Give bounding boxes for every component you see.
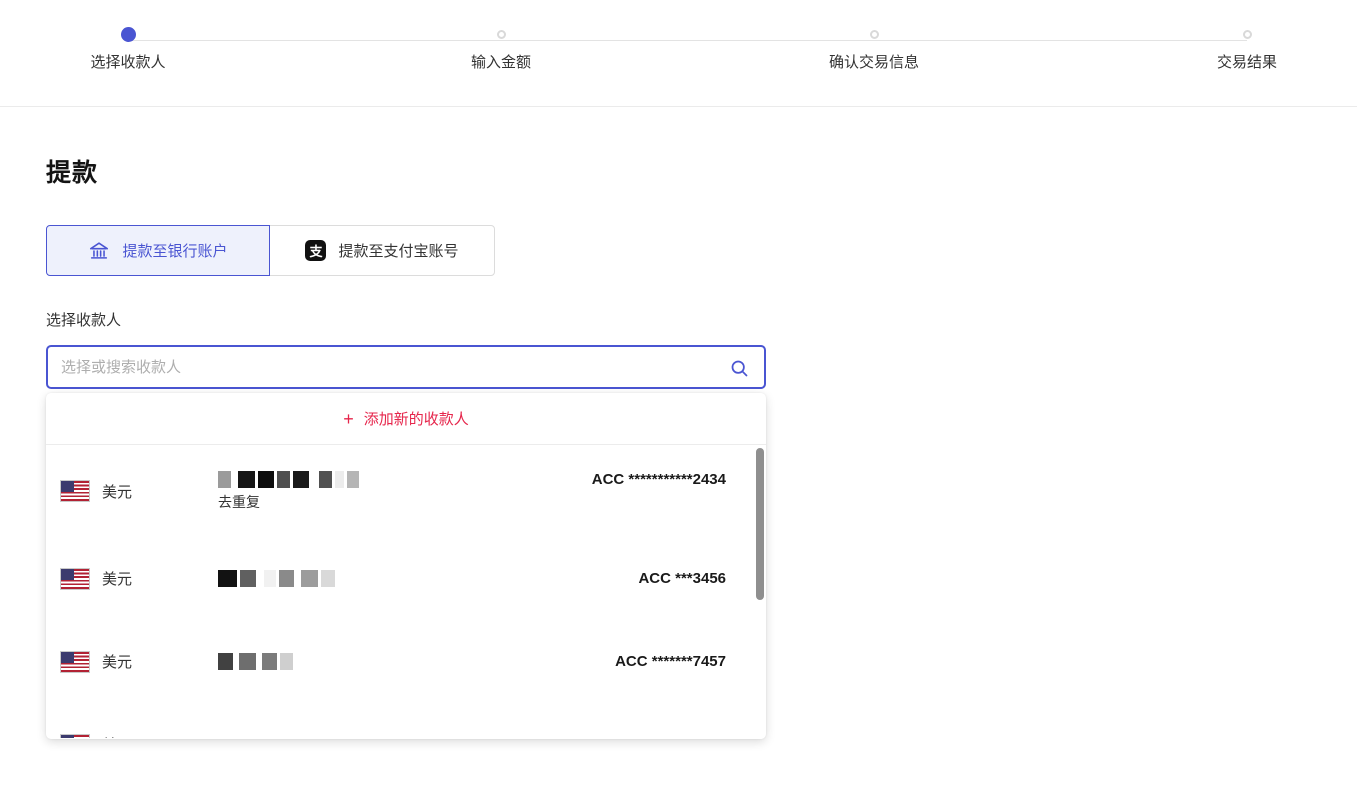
payee-field-label: 选择收款人	[46, 309, 1357, 330]
plus-icon: +	[343, 410, 354, 428]
redaction-block	[262, 653, 277, 670]
us-flag-icon	[60, 480, 90, 502]
currency-label: 美元	[102, 568, 132, 589]
payee-option[interactable]: 美元 Xiao Beijing ACC ****4567	[46, 703, 766, 738]
step-select-payee: 选择收款人	[18, 26, 238, 72]
add-new-payee-button[interactable]: + 添加新的收款人	[46, 393, 766, 445]
redaction-block	[293, 471, 309, 488]
us-flag-icon	[60, 734, 90, 739]
step-confirm-info: 确认交易信息	[764, 26, 984, 72]
redaction-block	[258, 471, 274, 488]
redaction-block	[218, 471, 231, 488]
redacted-name	[218, 471, 592, 489]
payee-dropdown: + 添加新的收款人 美元	[46, 393, 766, 739]
withdraw-method-tabs: 提款至银行账户 支 提款至支付宝账号	[46, 225, 495, 276]
tab-label: 提款至银行账户	[122, 240, 227, 261]
step-label: 交易结果	[1137, 51, 1357, 72]
tab-withdraw-to-alipay[interactable]: 支 提款至支付宝账号	[269, 225, 495, 276]
payee-option[interactable]: 美元 ACC *******7457	[46, 620, 766, 703]
us-flag-icon	[60, 651, 90, 673]
currency-label: 美元	[102, 651, 132, 672]
payee-search-input[interactable]	[48, 347, 764, 387]
redaction-block	[218, 653, 233, 670]
redaction-block	[277, 471, 290, 488]
redacted-name	[218, 570, 638, 588]
payee-subtitle: 去重复	[218, 492, 592, 512]
step-label: 输入金额	[391, 51, 611, 72]
redaction-block	[335, 471, 344, 488]
step-enter-amount: 输入金额	[391, 26, 611, 72]
redaction-block	[264, 570, 276, 587]
account-number: ACC *******7457	[615, 653, 726, 670]
currency-label: 美元	[102, 734, 132, 738]
step-dot	[497, 30, 506, 39]
page-title: 提款	[46, 153, 1357, 189]
redaction-block	[319, 471, 332, 488]
scrollbar-thumb[interactable]	[756, 448, 764, 600]
redaction-block	[301, 570, 318, 587]
step-dot	[870, 30, 879, 39]
bank-icon	[88, 240, 110, 262]
step-label: 确认交易信息	[764, 51, 984, 72]
redaction-block	[321, 570, 335, 587]
redaction-block	[240, 570, 256, 587]
alipay-icon: 支	[305, 240, 326, 261]
payee-option[interactable]: 美元 去重复 ACC ***********2434	[46, 445, 766, 537]
step-label: 选择收款人	[18, 51, 238, 72]
redaction-block	[239, 653, 256, 670]
tab-withdraw-to-bank[interactable]: 提款至银行账户	[46, 225, 270, 276]
redaction-block	[280, 653, 293, 670]
currency-label: 美元	[102, 481, 132, 502]
step-dot	[1243, 30, 1252, 39]
account-number: ACC ***3456	[638, 570, 726, 587]
payee-search-box	[46, 345, 766, 389]
step-result: 交易结果	[1137, 26, 1357, 72]
redaction-block	[347, 471, 359, 488]
add-new-payee-label: 添加新的收款人	[364, 408, 469, 429]
payee-option[interactable]: 美元 ACC ***3456	[46, 537, 766, 620]
progress-stepper: 选择收款人 输入金额 确认交易信息 交易结果	[0, 0, 1357, 107]
stepper-connector-line	[128, 40, 1247, 41]
search-icon	[729, 358, 750, 379]
redaction-block	[218, 570, 237, 587]
redacted-name	[218, 653, 615, 671]
us-flag-icon	[60, 568, 90, 590]
account-number: ACC ***********2434	[592, 471, 726, 488]
payee-list: 美元 去重复 ACC ***********2434	[46, 445, 766, 738]
redaction-block	[279, 570, 294, 587]
payee-name: Xiao Beijing	[218, 736, 304, 739]
tab-label: 提款至支付宝账号	[338, 240, 458, 261]
account-number: ACC ****4567	[633, 736, 726, 738]
step-dot-active	[121, 27, 136, 42]
redaction-block	[238, 471, 255, 488]
